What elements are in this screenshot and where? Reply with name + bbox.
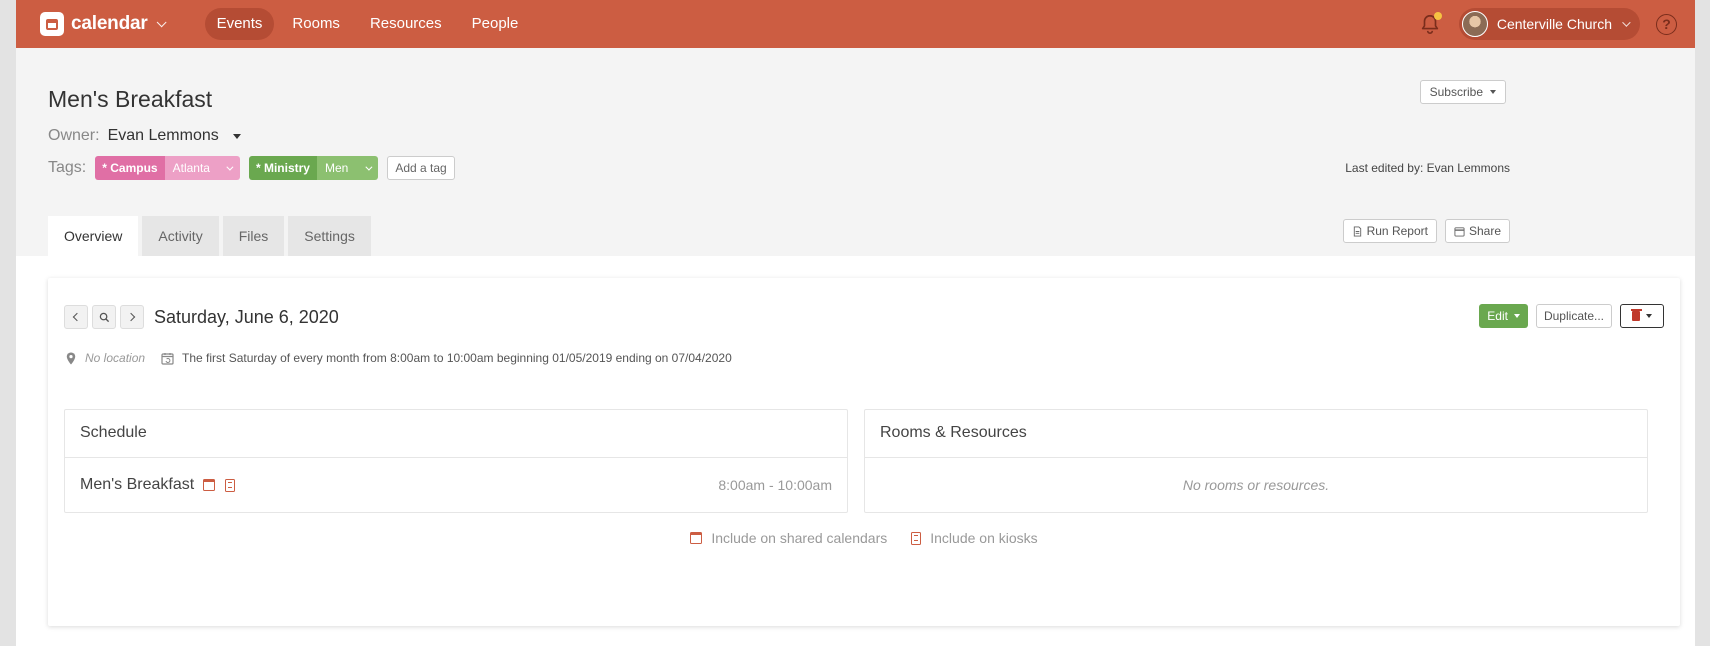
tags-label: Tags: [48,159,87,176]
chevron-left-icon [72,312,82,322]
app-name: calendar [71,13,148,34]
legend-kiosks: Include on kiosks [911,530,1038,546]
location-text: No location [85,351,146,365]
owner-name[interactable]: Evan Lemmons [108,127,219,145]
delete-menu-button[interactable] [1620,304,1664,328]
chevron-down-icon [1622,18,1631,27]
shared-calendar-icon [690,532,703,544]
rooms-resources-panel: Rooms & Resources No rooms or resources. [864,409,1648,513]
occurrence-actions: Edit Duplicate... [1471,304,1664,328]
occurrence-card: Saturday, June 6, 2020 Edit Duplicate...… [48,278,1680,626]
duplicate-button[interactable]: Duplicate... [1535,304,1612,328]
caret-down-icon [1646,314,1652,318]
tag-key: * Campus [95,156,165,180]
nav-events[interactable]: Events [204,8,275,40]
tab-actions: Run Report Share [1335,219,1510,243]
rooms-empty-message: No rooms or resources. [1182,477,1330,493]
occurrence-meta: No location The first Saturday of every … [66,351,732,365]
recurrence-text: The first Saturday of every month from 8… [182,351,732,365]
add-tag-button[interactable]: Add a tag [387,156,455,180]
kiosk-icon [911,531,922,545]
org-name: Centerville Church [1496,16,1612,32]
trash-icon [1630,308,1642,321]
chevron-down-icon[interactable] [356,156,379,180]
tab-files[interactable]: Files [222,216,285,256]
main-nav: Events Rooms Resources People [204,8,537,40]
share-label: Share [1468,224,1501,238]
avatar [1461,11,1488,37]
share-button[interactable]: Share [1444,219,1510,243]
calendar-icon [1454,226,1465,237]
tag-campus[interactable]: * Campus Atlanta [95,156,240,180]
notification-dot [1433,12,1442,20]
nav-resources[interactable]: Resources [358,8,454,40]
tags-row: Tags: * Campus Atlanta * Ministry Men Ad… [48,156,455,180]
app-window: calendar Events Rooms Resources People C… [16,0,1695,646]
app-switcher[interactable]: calendar [40,12,167,36]
last-edited: Last edited by: Evan Lemmons [1345,161,1510,175]
previous-occurrence-button[interactable] [64,305,88,329]
chevron-down-icon [156,16,167,27]
occurrence-date: Saturday, June 6, 2020 [154,307,339,327]
owner-dropdown-icon[interactable] [232,133,241,139]
tab-settings[interactable]: Settings [288,216,371,256]
tag-key: * Ministry [248,156,317,180]
help-icon[interactable]: ? [1656,13,1677,35]
run-report-button[interactable]: Run Report [1342,219,1437,243]
top-nav: calendar Events Rooms Resources People C… [16,0,1695,48]
caret-down-icon [1490,90,1496,94]
next-occurrence-button[interactable] [120,305,144,329]
run-report-label: Run Report [1366,224,1428,238]
tag-ministry[interactable]: * Ministry Men [248,156,379,180]
tag-value: Men [316,156,357,180]
nav-rooms[interactable]: Rooms [280,8,352,40]
org-switcher[interactable]: Centerville Church [1458,8,1640,40]
caret-down-icon [1513,314,1520,318]
subscribe-label: Subscribe [1429,85,1483,99]
occurrence-navigation [64,305,148,329]
tab-activity[interactable]: Activity [142,216,219,256]
tab-bar: Overview Activity Files Settings [48,216,375,256]
edit-label: Edit [1487,309,1508,323]
tag-value: Atlanta [164,156,218,180]
chevron-right-icon [126,312,136,322]
chevron-down-icon[interactable] [217,156,240,180]
owner-label: Owner: [48,127,100,144]
nav-people[interactable]: People [460,8,531,40]
location-pin-icon [66,352,76,364]
page-title: Men's Breakfast [48,86,213,112]
legend-shared-label: Include on shared calendars [711,530,888,546]
edit-button[interactable]: Edit [1479,304,1528,328]
notifications-bell-icon[interactable] [1419,12,1442,35]
legend-kiosks-label: Include on kiosks [930,530,1038,546]
calendar-logo-icon [40,12,64,36]
legend-shared-calendars: Include on shared calendars [690,530,887,546]
legend: Include on shared calendars Include on k… [48,530,1680,546]
owner-row: Owner: Evan Lemmons [48,127,241,145]
tab-overview[interactable]: Overview [48,216,139,256]
subscribe-button[interactable]: Subscribe [1419,80,1506,104]
shared-calendar-icon [203,479,216,491]
schedule-panel: Schedule Men's Breakfast 8:00am - 10:00a… [64,409,848,513]
schedule-item[interactable]: Men's Breakfast 8:00am - 10:00am [65,458,847,512]
schedule-heading: Schedule [65,410,847,458]
search-icon [99,312,109,322]
schedule-item-name: Men's Breakfast [80,476,195,493]
schedule-item-time: 8:00am - 10:00am [718,477,832,493]
kiosk-icon [225,478,236,492]
search-occurrence-button[interactable] [92,305,116,329]
rooms-heading: Rooms & Resources [865,410,1647,458]
recurring-calendar-icon [161,352,174,365]
document-icon [1353,225,1361,237]
